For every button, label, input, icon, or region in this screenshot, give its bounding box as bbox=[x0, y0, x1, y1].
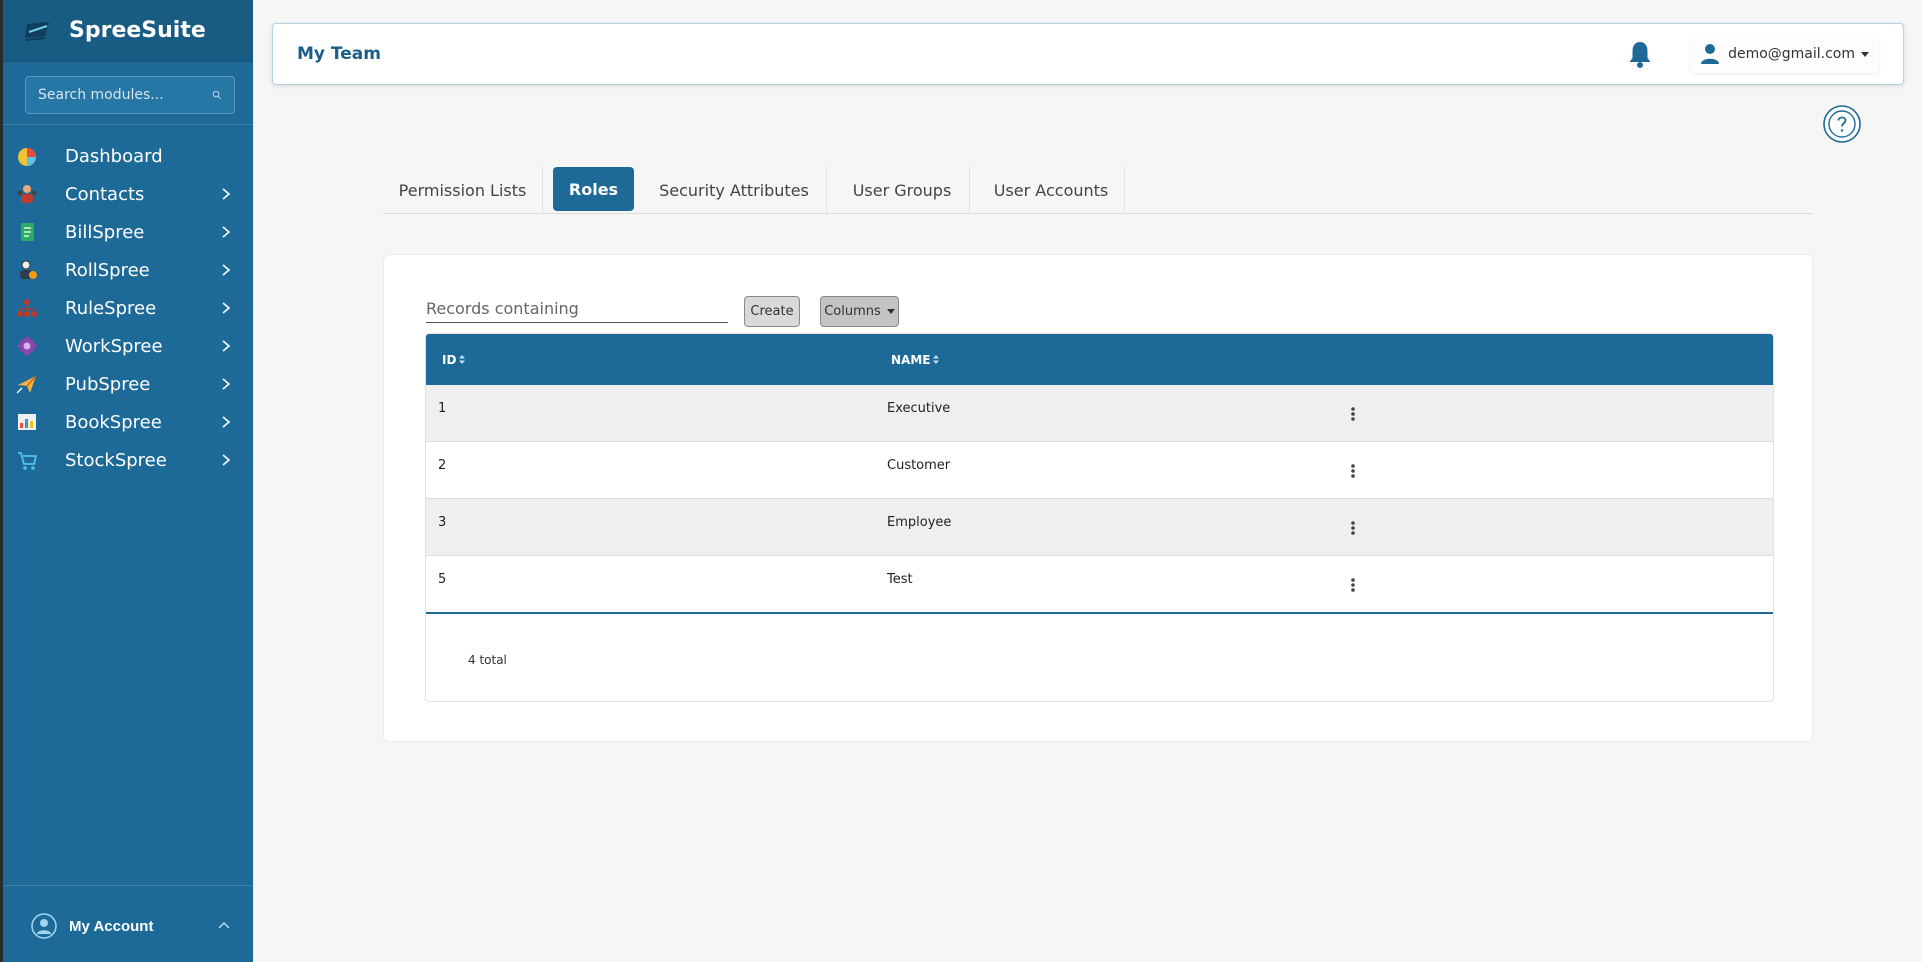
record-total: 4 total bbox=[468, 653, 507, 667]
stockspree-icon bbox=[15, 448, 39, 472]
chevron-up-icon bbox=[218, 921, 230, 929]
sidebar: SpreeSuite Dashboard bbox=[0, 0, 253, 962]
records-filter-input[interactable] bbox=[426, 295, 728, 323]
tab-user-groups[interactable]: User Groups bbox=[835, 167, 970, 213]
column-header-label: NAME bbox=[891, 352, 931, 367]
sidebar-item-pubspree[interactable]: PubSpree bbox=[3, 365, 253, 403]
sidebar-item-label: BillSpree bbox=[65, 221, 145, 243]
sidebar-item-rollspree[interactable]: RollSpree bbox=[3, 251, 253, 289]
cell-id: 2 bbox=[438, 458, 447, 473]
sidebar-item-label: PubSpree bbox=[65, 373, 151, 395]
my-account-toggle[interactable]: My Account bbox=[31, 910, 231, 942]
brand[interactable]: SpreeSuite bbox=[3, 0, 253, 62]
cell-name: Employee bbox=[887, 515, 952, 530]
dashboard-icon bbox=[15, 144, 39, 168]
chevron-right-icon bbox=[222, 188, 231, 200]
chevron-right-icon bbox=[222, 264, 231, 276]
sidebar-item-label: RollSpree bbox=[65, 259, 150, 281]
chevron-right-icon bbox=[222, 378, 231, 390]
caret-down-icon bbox=[886, 309, 895, 314]
workspree-icon bbox=[15, 334, 39, 358]
cell-name: Test bbox=[887, 572, 913, 587]
columns-label: Columns bbox=[824, 304, 881, 319]
sidebar-item-billspree[interactable]: BillSpree bbox=[3, 213, 253, 251]
module-search[interactable] bbox=[25, 76, 235, 114]
sort-icon bbox=[459, 355, 466, 364]
cell-id: 1 bbox=[438, 401, 447, 416]
sidebar-item-workspree[interactable]: WorkSpree bbox=[3, 327, 253, 365]
row-actions-icon[interactable] bbox=[1347, 404, 1359, 424]
row-actions-icon[interactable] bbox=[1347, 461, 1359, 481]
chevron-right-icon bbox=[222, 302, 231, 314]
table-row[interactable]: 5 Test bbox=[426, 556, 1773, 613]
brand-name: SpreeSuite bbox=[69, 18, 206, 43]
tab-permission-lists[interactable]: Permission Lists bbox=[383, 167, 543, 213]
sidebar-item-label: WorkSpree bbox=[65, 335, 163, 357]
sidebar-item-contacts[interactable]: Contacts bbox=[3, 175, 253, 213]
help-icon[interactable] bbox=[1822, 104, 1862, 144]
rulespree-icon bbox=[15, 296, 39, 320]
pubspree-icon bbox=[15, 372, 39, 396]
table-header: ID NAME bbox=[426, 334, 1773, 385]
sidebar-item-label: BookSpree bbox=[65, 411, 162, 433]
bookspree-icon bbox=[15, 410, 39, 434]
table-row[interactable]: 3 Employee bbox=[426, 499, 1773, 556]
table-row[interactable]: 1 Executive bbox=[426, 385, 1773, 442]
notifications-bell-icon[interactable] bbox=[1626, 39, 1654, 69]
caret-down-icon bbox=[1861, 51, 1869, 57]
module-search-input[interactable] bbox=[38, 87, 212, 103]
sidebar-item-stockspree[interactable]: StockSpree bbox=[3, 441, 253, 479]
rollspree-icon bbox=[15, 258, 39, 282]
user-icon bbox=[1701, 44, 1720, 64]
chevron-right-icon bbox=[222, 416, 231, 428]
contacts-icon bbox=[15, 182, 39, 206]
sidebar-item-rulespree[interactable]: RuleSpree bbox=[3, 289, 253, 327]
chevron-right-icon bbox=[222, 340, 231, 352]
top-header: My Team demo@gmail.com bbox=[272, 23, 1904, 85]
column-header-name[interactable]: NAME bbox=[891, 334, 940, 385]
sidebar-item-label: RuleSpree bbox=[65, 297, 157, 319]
cell-id: 3 bbox=[438, 515, 447, 530]
sidebar-item-dashboard[interactable]: Dashboard bbox=[3, 137, 253, 175]
sidebar-item-bookspree[interactable]: BookSpree bbox=[3, 403, 253, 441]
team-tabs: Permission Lists Roles Security Attribut… bbox=[383, 167, 1813, 214]
columns-dropdown-button[interactable]: Columns bbox=[820, 296, 899, 327]
cell-id: 5 bbox=[438, 572, 447, 587]
sidebar-item-label: Contacts bbox=[65, 183, 145, 205]
module-nav: Dashboard Contacts BillSpree RollSpree R… bbox=[3, 137, 253, 479]
tab-security-attributes[interactable]: Security Attributes bbox=[642, 167, 827, 213]
page-title: My Team bbox=[297, 44, 381, 64]
search-icon[interactable] bbox=[212, 87, 222, 103]
sidebar-divider bbox=[3, 124, 253, 125]
cell-name: Executive bbox=[887, 401, 951, 416]
account-divider bbox=[3, 885, 253, 886]
row-actions-icon[interactable] bbox=[1347, 575, 1359, 595]
sidebar-item-label: StockSpree bbox=[65, 449, 167, 471]
chevron-right-icon bbox=[222, 454, 231, 466]
row-actions-icon[interactable] bbox=[1347, 518, 1359, 538]
roles-table: ID NAME 1 Executive 2 Customer 3 Employe… bbox=[425, 333, 1774, 702]
cell-name: Customer bbox=[887, 458, 951, 473]
table-row[interactable]: 2 Customer bbox=[426, 442, 1773, 499]
account-avatar-icon bbox=[31, 913, 57, 939]
tab-user-accounts[interactable]: User Accounts bbox=[978, 167, 1125, 213]
sidebar-item-label: Dashboard bbox=[65, 145, 163, 167]
roles-card: Create Columns ID NAME 1 Executive 2 Cus… bbox=[383, 254, 1813, 742]
tab-roles[interactable]: Roles bbox=[553, 167, 634, 211]
user-email: demo@gmail.com bbox=[1728, 46, 1855, 62]
column-header-label: ID bbox=[442, 352, 457, 367]
user-menu[interactable]: demo@gmail.com bbox=[1690, 35, 1879, 73]
billspree-icon bbox=[15, 220, 39, 244]
sort-icon bbox=[933, 355, 940, 364]
create-button[interactable]: Create bbox=[744, 296, 800, 327]
chevron-right-icon bbox=[222, 226, 231, 238]
brand-logo-icon bbox=[25, 21, 49, 41]
column-header-id[interactable]: ID bbox=[442, 334, 466, 385]
my-account-label: My Account bbox=[69, 917, 154, 935]
